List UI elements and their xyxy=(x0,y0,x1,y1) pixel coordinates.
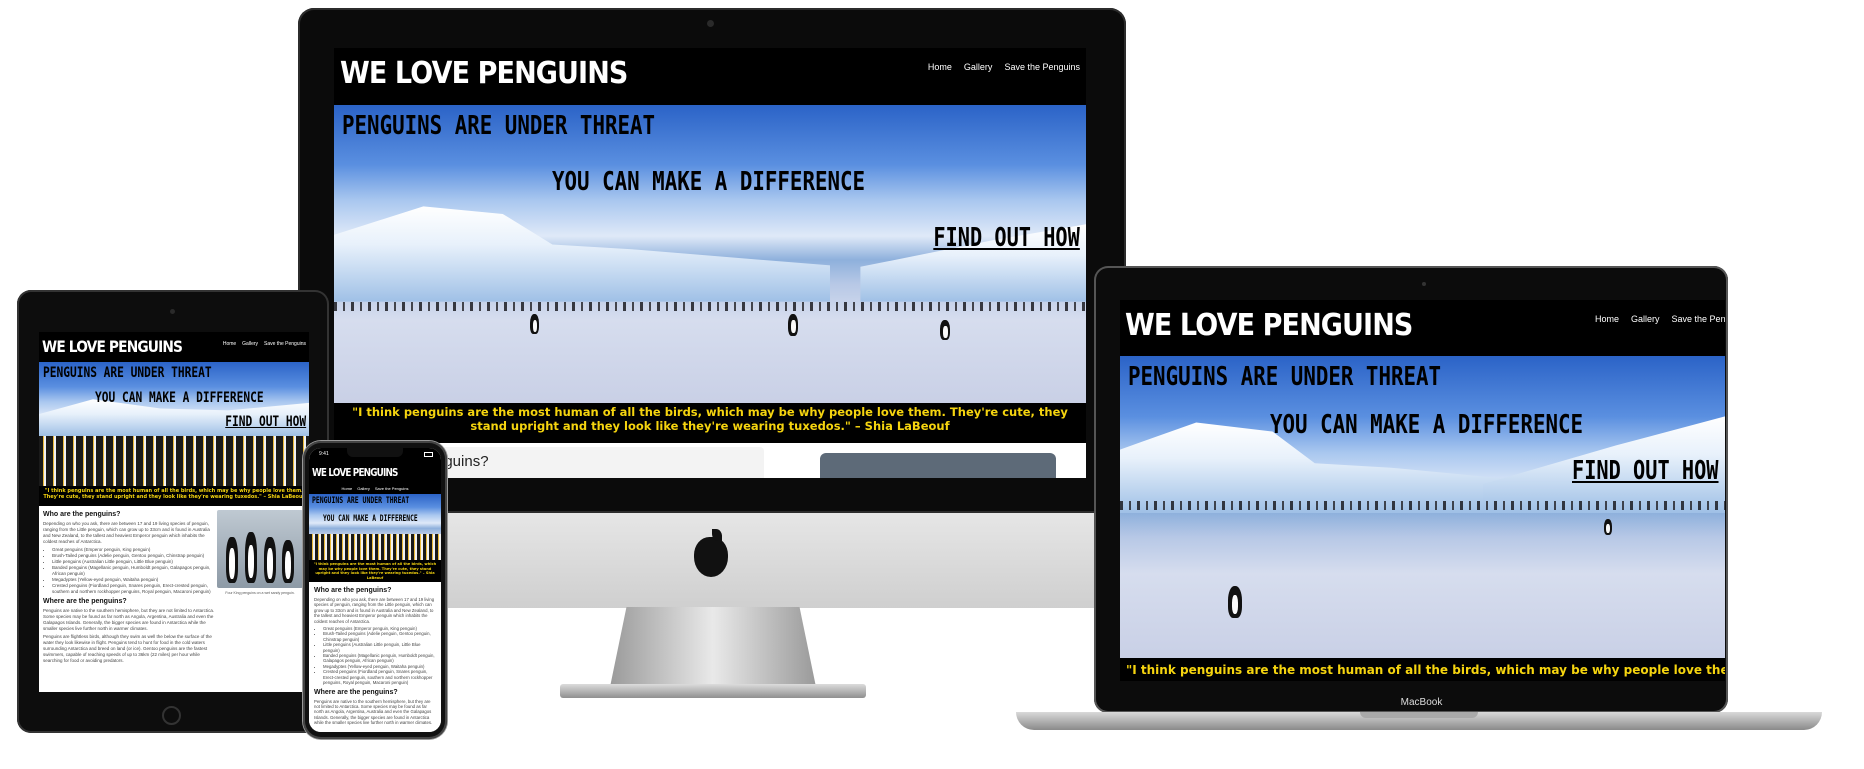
hero-headline: PENGUINS ARE UNDER THREAT xyxy=(43,365,212,381)
macbook-screen: WE LOVE PENGUINS Home Gallery Save the P… xyxy=(1120,300,1725,681)
site-logo[interactable]: WE LOVE PENGUINS xyxy=(340,56,628,91)
who-paragraph: Depending on who you ask, there are betw… xyxy=(314,597,435,624)
quote-banner: "I think penguins are the most human of … xyxy=(39,486,309,506)
nav-link-home[interactable]: Home xyxy=(342,486,353,494)
species-list: Great penguins (Emperor penguin, King pe… xyxy=(314,626,436,685)
nav-link-save[interactable]: Save the Penguins xyxy=(264,341,306,347)
list-item: Brush-Tailed penguins (Adelie penguin, G… xyxy=(323,631,436,642)
nav-link-save[interactable]: Save the Penguins xyxy=(375,486,409,494)
nav-links: Home Gallery Save the Penguins xyxy=(309,484,441,494)
list-item: Crested penguins (Fiordland penguin, Sna… xyxy=(323,669,436,685)
nav-links: Home Gallery Save the Penguins xyxy=(223,341,306,347)
site-nav: WE LOVE PENGUINS Home Gallery Save the P… xyxy=(39,332,309,362)
macbook-camera xyxy=(1422,282,1426,286)
penguin-figure xyxy=(1228,585,1242,618)
ipad-camera xyxy=(170,309,175,314)
site-nav: WE LOVE PENGUINS xyxy=(309,462,441,484)
hero-subheadline: YOU CAN MAKE A DIFFERENCE xyxy=(1270,410,1584,440)
where-paragraph: Penguins are native to the southern hemi… xyxy=(314,698,433,726)
list-item: Little penguins (Australian Little pengu… xyxy=(323,642,436,653)
quote-text: "I think penguins are the most human of … xyxy=(352,405,1068,433)
imac-screen: WE LOVE PENGUINS Home Gallery Save the P… xyxy=(334,48,1086,478)
hero-banner: PENGUINS ARE UNDER THREAT YOU CAN MAKE A… xyxy=(1120,356,1725,658)
macbook-base xyxy=(1016,712,1822,730)
find-out-how-link[interactable]: FIND OUT HOW xyxy=(225,414,306,430)
quote-banner: "I think penguins are the most human of … xyxy=(1120,658,1725,681)
section-title-who: Who are the penguins? xyxy=(314,587,392,594)
quote-banner: "I think penguins are the most human of … xyxy=(334,403,1086,443)
list-item: Banded penguins (Magellanic penguin, Hum… xyxy=(323,653,436,664)
where-paragraph-2: Penguins are flightless birds, although … xyxy=(43,634,212,663)
hero-headline: PENGUINS ARE UNDER THREAT xyxy=(342,111,656,141)
site-logo[interactable]: WE LOVE PENGUINS xyxy=(1125,308,1413,343)
hero-headline: PENGUINS ARE UNDER THREAT xyxy=(312,496,410,506)
macbook-label: MacBook xyxy=(1400,697,1443,708)
list-item: Crested penguins (Fiordland penguin, Sna… xyxy=(52,583,215,595)
hero-banner: PENGUINS ARE UNDER THREAT YOU CAN MAKE A… xyxy=(334,105,1086,403)
nav-link-save[interactable]: Save the Penguins xyxy=(1004,62,1080,72)
nav-link-gallery[interactable]: Gallery xyxy=(1631,314,1660,324)
penguin-photo xyxy=(217,510,303,588)
ipad-home-button[interactable] xyxy=(162,706,181,725)
find-out-how-link[interactable]: FIND OUT HOW xyxy=(1572,456,1719,486)
nav-link-gallery[interactable]: Gallery xyxy=(357,486,370,494)
nav-link-save[interactable]: Save the Penguins xyxy=(1672,314,1725,324)
hero-banner: PENGUINS ARE UNDER THREAT YOU CAN MAKE A… xyxy=(309,494,441,560)
imac-base xyxy=(560,684,866,698)
status-time: 9:41 xyxy=(319,451,329,457)
quote-text: "I think penguins are the most human of … xyxy=(313,562,437,580)
content-section: Who are the penguins? Depending on who y… xyxy=(309,582,441,732)
nav-link-gallery[interactable]: Gallery xyxy=(964,62,993,72)
nav-link-gallery[interactable]: Gallery xyxy=(242,341,258,347)
site-logo[interactable]: WE LOVE PENGUINS xyxy=(312,466,398,479)
notch xyxy=(347,448,403,457)
section-title-where: Where are the penguins? xyxy=(43,598,127,605)
quote-text: "I think penguins are the most human of … xyxy=(1126,663,1725,677)
battery-icon xyxy=(424,452,433,457)
nav-link-home[interactable]: Home xyxy=(928,62,952,72)
site-logo[interactable]: WE LOVE PENGUINS xyxy=(42,337,183,356)
quote-banner: "I think penguins are the most human of … xyxy=(309,560,441,582)
site-nav: WE LOVE PENGUINS Home Gallery Save the P… xyxy=(1120,300,1725,356)
penguin-figure xyxy=(530,313,539,334)
status-bar: 9:41 xyxy=(309,448,441,462)
section-title-where: Where are the penguins? xyxy=(314,688,398,696)
hero-headline: PENGUINS ARE UNDER THREAT xyxy=(1128,362,1442,392)
nav-links: Home Gallery Save the Penguins xyxy=(1595,314,1725,324)
photo-caption: Four King penguins on a wet sandy pengui… xyxy=(225,591,295,595)
hero-subheadline: YOU CAN MAKE A DIFFERENCE xyxy=(323,514,418,524)
nav-links: Home Gallery Save the Penguins xyxy=(928,62,1080,72)
who-paragraph: Depending on who you ask, there are betw… xyxy=(43,521,210,544)
hero-subheadline: YOU CAN MAKE A DIFFERENCE xyxy=(552,167,866,197)
imac-stand xyxy=(610,607,816,687)
find-out-how-link[interactable]: FIND OUT HOW xyxy=(933,223,1080,253)
section-title-who: Who are the penguins? xyxy=(43,511,121,518)
apple-logo-icon xyxy=(694,537,728,577)
hero-banner: PENGUINS ARE UNDER THREAT YOU CAN MAKE A… xyxy=(39,362,309,486)
content-section: Who are the penguins? Depending on who y… xyxy=(39,506,309,692)
where-paragraph: Penguins are native to the southern hemi… xyxy=(43,608,215,631)
list-item: Banded penguins (Magellanic penguin, Hum… xyxy=(52,565,215,577)
quote-text: "I think penguins are the most human of … xyxy=(43,488,305,500)
site-nav: WE LOVE PENGUINS Home Gallery Save the P… xyxy=(334,48,1086,105)
hero-subheadline: YOU CAN MAKE A DIFFERENCE xyxy=(95,390,264,406)
iphone-screen: 9:41 WE LOVE PENGUINS Home Gallery Save … xyxy=(309,448,441,732)
photo-card xyxy=(820,453,1056,478)
ipad-screen: WE LOVE PENGUINS Home Gallery Save the P… xyxy=(39,332,309,692)
nav-link-home[interactable]: Home xyxy=(223,341,236,347)
nav-link-home[interactable]: Home xyxy=(1595,314,1619,324)
imac-camera xyxy=(707,20,714,27)
species-list: Great penguins (Emperor penguin, King pe… xyxy=(43,547,215,595)
